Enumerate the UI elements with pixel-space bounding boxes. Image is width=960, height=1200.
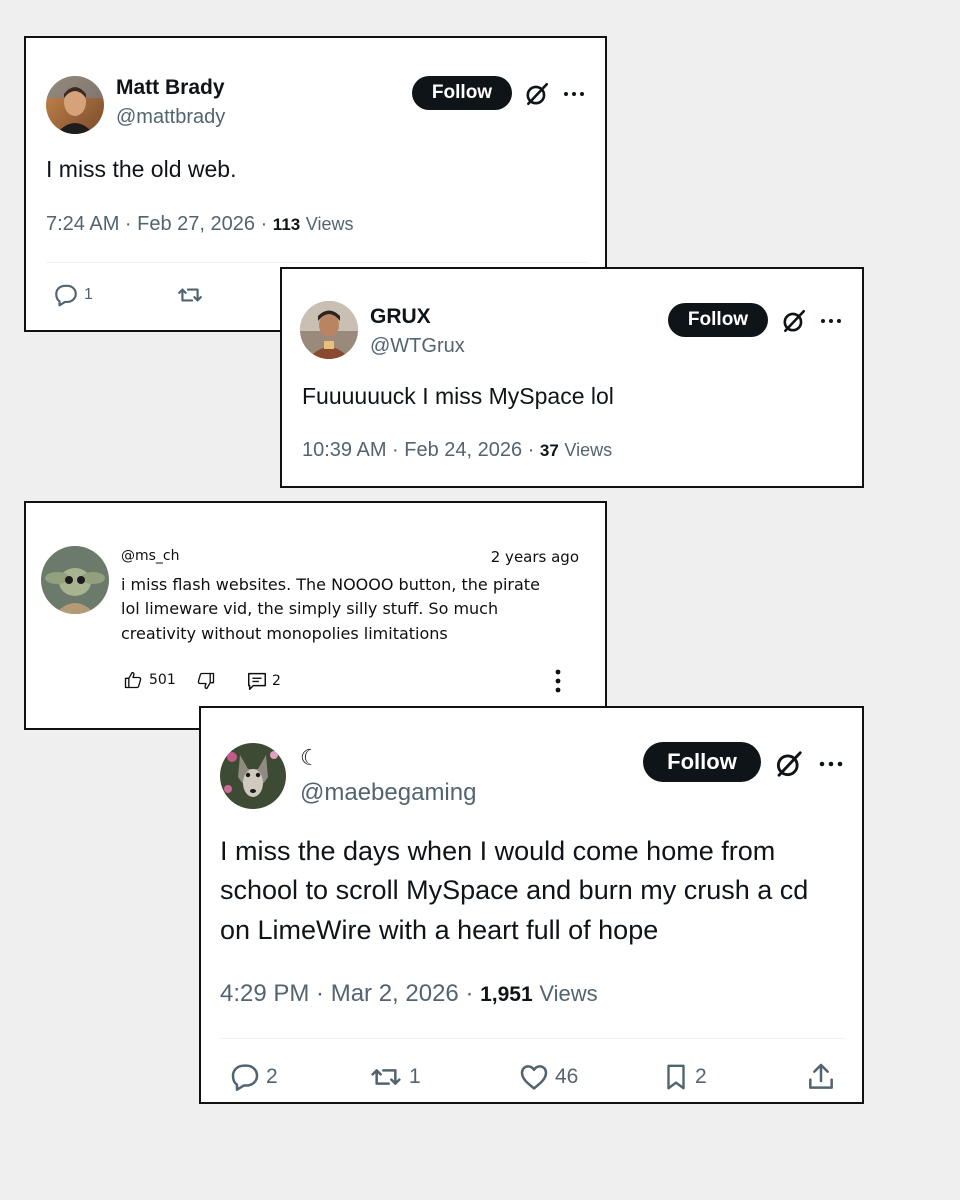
replies-button[interactable]: 2 [246, 670, 281, 692]
repost-icon [371, 1069, 401, 1085]
avatar[interactable] [41, 546, 109, 614]
comment-card-ms-ch: @ms_ch 2 years ago i miss flash websites… [24, 501, 607, 730]
share-button[interactable] [805, 1061, 837, 1093]
like-count: 501 [149, 672, 176, 688]
avatar[interactable] [46, 76, 104, 134]
author-handle[interactable]: @mattbrady [116, 106, 225, 129]
kebab-menu-icon[interactable] [548, 667, 568, 695]
timestamp-text: 4:29 PM · Mar 2, 2026 · [220, 980, 481, 1007]
author-handle[interactable]: @WTGrux [370, 335, 465, 358]
post-timestamp[interactable]: 7:24 AM · Feb 27, 2026 · 113 Views [46, 213, 354, 236]
avatar[interactable] [300, 301, 358, 359]
views-label: Views [539, 981, 598, 1006]
share-icon [809, 1063, 833, 1089]
post-text-line-1: I miss the days when I would come home f… [220, 836, 776, 866]
comment-line-2: lol limeware vid, the simply silly stuff… [121, 599, 499, 618]
more-icon[interactable] [562, 85, 586, 103]
comment-icon [248, 672, 266, 690]
reply-count: 1 [84, 286, 93, 303]
author-name[interactable]: GRUX [370, 305, 431, 329]
author-name[interactable]: ☾ [300, 745, 320, 771]
post-timestamp[interactable]: 10:39 AM · Feb 24, 2026 · 37 Views [302, 439, 612, 462]
dislike-button[interactable] [196, 671, 216, 691]
comment-author[interactable]: @ms_ch [121, 548, 180, 564]
post-text-line-2: school to scroll MySpace and burn my cru… [220, 875, 809, 905]
reply-button[interactable]: 1 [52, 282, 93, 308]
author-handle[interactable]: @maebegaming [300, 779, 476, 807]
grok-icon[interactable] [781, 308, 807, 334]
reply-icon [55, 284, 77, 307]
follow-button[interactable]: Follow [643, 742, 761, 782]
reply-icon [231, 1064, 259, 1091]
timestamp-text: 7:24 AM · Feb 27, 2026 · [46, 213, 273, 235]
repost-count: 1 [409, 1065, 421, 1088]
reply-button[interactable]: 2 [228, 1061, 278, 1093]
like-button[interactable]: 46 [517, 1061, 578, 1093]
comment-age[interactable]: 2 years ago [491, 548, 579, 566]
post-timestamp[interactable]: 4:29 PM · Mar 2, 2026 · 1,951 Views [220, 980, 598, 1008]
reply-count: 2 [272, 673, 281, 689]
views-label: Views [305, 214, 354, 234]
follow-button[interactable]: Follow [412, 76, 512, 110]
bookmark-count: 2 [695, 1065, 707, 1088]
divider [220, 1038, 845, 1039]
like-icon [520, 1065, 548, 1090]
post-text: Fuuuuuuck I miss MySpace lol [302, 383, 614, 409]
views-count: 1,951 [480, 983, 533, 1006]
post-text-line-3: on LimeWire with a heart full of hope [220, 915, 659, 945]
reply-count: 2 [266, 1065, 278, 1088]
views-label: Views [564, 440, 613, 460]
thumbs-down-icon [197, 672, 215, 690]
like-count: 46 [555, 1065, 579, 1088]
more-icon[interactable] [819, 312, 843, 330]
grok-icon[interactable] [524, 81, 550, 107]
views-count: 113 [272, 215, 301, 234]
repost-button[interactable]: 1 [367, 1061, 421, 1093]
grok-icon[interactable] [774, 749, 804, 779]
comment-line-1: i miss flash websites. The NOOOO button,… [121, 575, 540, 594]
post-text: I miss the old web. [46, 156, 237, 182]
comment-line-3: creativity without monopolies limitation… [121, 624, 448, 643]
thumbs-up-icon [124, 671, 142, 689]
follow-button[interactable]: Follow [668, 303, 768, 337]
avatar[interactable] [220, 743, 286, 809]
like-button[interactable]: 501 [123, 670, 176, 690]
timestamp-text: 10:39 AM · Feb 24, 2026 · [302, 439, 540, 461]
bookmark-button[interactable]: 2 [661, 1061, 707, 1093]
author-name[interactable]: Matt Brady [116, 76, 225, 100]
views-count: 37 [539, 441, 559, 460]
post-card-maebegaming: ☾ @maebegaming Follow I miss the days wh… [199, 706, 864, 1104]
divider [46, 262, 589, 263]
bookmark-icon [667, 1064, 685, 1090]
more-icon[interactable] [817, 754, 845, 774]
repost-button[interactable] [174, 282, 206, 308]
repost-icon [178, 288, 202, 302]
post-card-wtgrux: GRUX @WTGrux Follow Fuuuuuuck I miss MyS… [280, 267, 864, 488]
